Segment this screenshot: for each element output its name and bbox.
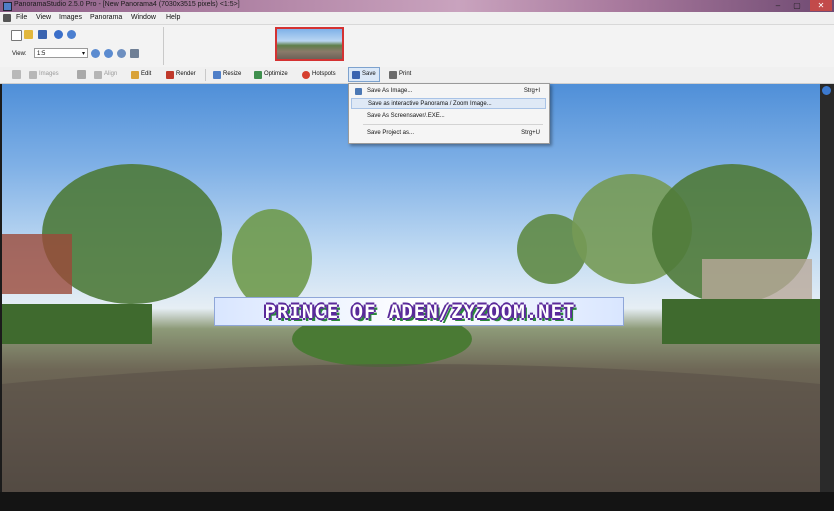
camera-icon[interactable] [12, 70, 21, 79]
resize-button-label: Resize [223, 71, 242, 77]
menu-item-label: Save As Screensaver/.EXE... [367, 113, 445, 119]
toolbar-separator [205, 69, 206, 81]
globe-icon[interactable] [67, 30, 76, 39]
print-button-label: Print [399, 71, 412, 77]
menu-item-label: Save Project as... [367, 130, 415, 136]
render-icon [166, 70, 174, 79]
zoom-out-icon[interactable] [104, 49, 113, 58]
app-icon [3, 2, 12, 11]
optimize-icon [254, 70, 262, 79]
upper-toolbar [0, 25, 834, 67]
chevron-down-icon: ▾ [81, 51, 85, 57]
print-icon [389, 70, 397, 79]
render-button-label: Render [176, 71, 196, 77]
zoom-select[interactable]: 1:5 ▾ [34, 48, 88, 58]
info-icon[interactable] [54, 30, 63, 39]
save-icon [352, 70, 360, 79]
toolbar-separator [163, 27, 164, 65]
resize-icon [213, 70, 221, 79]
save-button[interactable]: Save [348, 67, 380, 82]
menu-view[interactable]: View [36, 14, 51, 21]
fullscreen-icon[interactable] [130, 49, 139, 58]
menu-item-label: Save As Image... [367, 88, 413, 94]
print-button[interactable]: Print [389, 67, 411, 82]
close-button[interactable]: ✕ [810, 0, 832, 11]
panorama-viewport[interactable] [2, 84, 820, 492]
menu-item-shortcut: Strg+I [523, 88, 540, 94]
hotspots-button[interactable]: Hotspots [302, 67, 336, 82]
menu-help[interactable]: Help [166, 14, 180, 21]
menu-item-save-screensaver[interactable]: Save As Screensaver/.EXE... [351, 111, 546, 122]
menu-panorama[interactable]: Panorama [90, 14, 122, 21]
menu-images[interactable]: Images [59, 14, 82, 21]
maximize-button[interactable]: ▢ [789, 0, 805, 11]
edit-button-label: Edit [141, 71, 152, 77]
menu-item-save-interactive[interactable]: Save as interactive Panorama / Zoom Imag… [351, 98, 546, 109]
panorama-image [2, 164, 820, 492]
watermark-banner: PRINCE OF ADEN/ZYZOOM.NET [214, 297, 624, 326]
resize-button[interactable]: Resize [213, 67, 241, 82]
menu-item-save-project[interactable]: Save Project as... Strg+U [351, 128, 546, 139]
zoom-in-icon[interactable] [91, 49, 100, 58]
save-disk-icon[interactable] [38, 30, 47, 39]
stitch-icon[interactable] [77, 70, 86, 79]
menu-bar: File View Images Panorama Window Help [0, 12, 834, 25]
images-icon [29, 70, 37, 79]
optimize-button-label: Optimize [264, 71, 288, 77]
new-file-icon[interactable] [11, 30, 22, 41]
align-icon [94, 70, 102, 79]
align-button[interactable]: Align [94, 67, 117, 82]
menu-file[interactable]: File [16, 14, 27, 21]
view-label: View: [12, 51, 27, 57]
open-folder-icon[interactable] [24, 30, 33, 39]
menu-item-label: Save as interactive Panorama / Zoom Imag… [368, 101, 492, 107]
hotspots-button-label: Hotspots [312, 71, 336, 77]
globe-icon[interactable] [822, 86, 831, 95]
menu-window[interactable]: Window [131, 14, 156, 21]
optimize-button[interactable]: Optimize [254, 67, 288, 82]
menu-separator [363, 124, 543, 125]
render-button[interactable]: Render [166, 67, 196, 82]
menu-item-save-as-image[interactable]: Save As Image... Strg+I [351, 86, 546, 97]
edit-button[interactable]: Edit [131, 67, 151, 82]
panorama-thumbnail[interactable] [275, 27, 344, 61]
status-bar [0, 492, 834, 511]
zoom-value: 1:5 [37, 51, 46, 57]
menu-item-shortcut: Strg+U [521, 130, 540, 136]
main-toolbar: Images Align Edit Render Resize Optimize… [0, 67, 834, 84]
document-icon [3, 14, 11, 22]
right-panel-bar [820, 84, 834, 492]
minimize-button[interactable]: – [770, 0, 786, 11]
images-button[interactable]: Images [29, 67, 59, 82]
save-button-label: Save [362, 71, 376, 77]
align-button-label: Align [104, 71, 118, 77]
image-icon [355, 88, 362, 95]
save-dropdown-menu: Save As Image... Strg+I Save as interact… [348, 83, 550, 144]
hotspots-icon [302, 70, 310, 79]
images-button-label: Images [39, 71, 59, 77]
zoom-fit-icon[interactable] [117, 49, 126, 58]
watermark-text: PRINCE OF ADEN/ZYZOOM.NET [264, 301, 576, 323]
title-bar: PanoramaStudio 2.5.0 Pro - [New Panorama… [0, 0, 834, 12]
edit-icon [131, 70, 139, 79]
window-title: PanoramaStudio 2.5.0 Pro - [New Panorama… [14, 1, 240, 8]
